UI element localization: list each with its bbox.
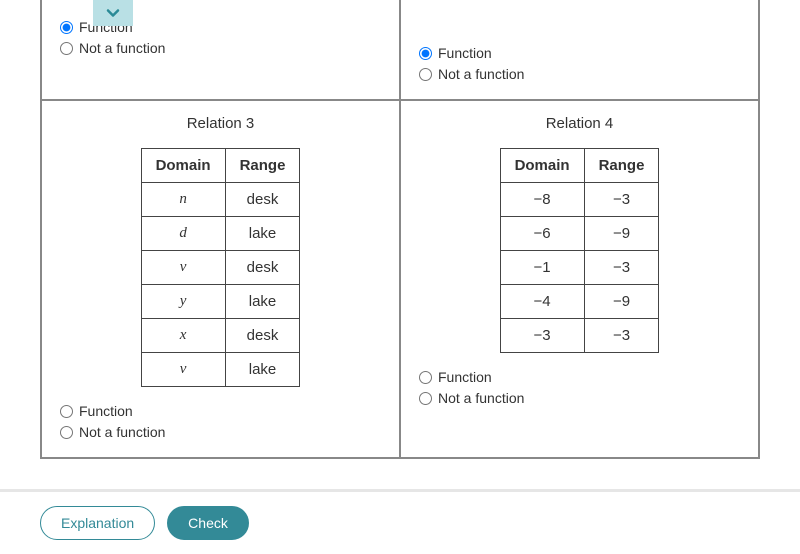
- relation-2-cell: Function Not a function: [400, 0, 759, 100]
- relation-3-cell: Relation 3 Domain Range ndesk dlake vdes…: [41, 100, 400, 458]
- table-row: −1−3: [500, 251, 659, 285]
- expand-dropdown[interactable]: [93, 0, 133, 26]
- relation4-title: Relation 4: [419, 115, 740, 132]
- relation3-table: Domain Range ndesk dlake vdesk ylake xde…: [141, 148, 301, 387]
- relation2-function-radio[interactable]: [419, 47, 432, 60]
- relation4-function-option[interactable]: Function: [419, 367, 740, 388]
- relation4-table: Domain Range −8−3 −6−9 −1−3 −4−9 −3−3: [500, 148, 660, 353]
- check-button[interactable]: Check: [167, 506, 249, 540]
- domain-header: Domain: [500, 149, 584, 183]
- range-header: Range: [584, 149, 659, 183]
- relation3-function-radio[interactable]: [60, 405, 73, 418]
- relation1-notfunction-radio[interactable]: [60, 42, 73, 55]
- table-row: vlake: [141, 353, 300, 387]
- domain-header: Domain: [141, 149, 225, 183]
- relation3-title: Relation 3: [60, 115, 381, 132]
- explanation-button[interactable]: Explanation: [40, 506, 155, 540]
- relation4-function-radio[interactable]: [419, 371, 432, 384]
- table-row: −8−3: [500, 183, 659, 217]
- relation-4-cell: Relation 4 Domain Range −8−3 −6−9 −1−3 −…: [400, 100, 759, 458]
- table-row: −4−9: [500, 285, 659, 319]
- table-row: −3−3: [500, 319, 659, 353]
- relation1-function-radio[interactable]: [60, 21, 73, 34]
- range-header: Range: [225, 149, 300, 183]
- option-label: Function: [438, 43, 492, 64]
- relation2-notfunction-option[interactable]: Not a function: [419, 64, 740, 85]
- relation3-function-option[interactable]: Function: [60, 401, 381, 422]
- relations-grid: Function Not a function Function Not a f…: [40, 0, 760, 459]
- table-row: −6−9: [500, 217, 659, 251]
- relation2-notfunction-radio[interactable]: [419, 68, 432, 81]
- option-label: Function: [438, 367, 492, 388]
- relation3-notfunction-option[interactable]: Not a function: [60, 422, 381, 443]
- relation2-function-option[interactable]: Function: [419, 43, 740, 64]
- chevron-down-icon: [103, 3, 123, 23]
- option-label: Function: [79, 401, 133, 422]
- relation4-notfunction-option[interactable]: Not a function: [419, 388, 740, 409]
- table-row: vdesk: [141, 251, 300, 285]
- option-label: Not a function: [438, 388, 524, 409]
- table-row: ylake: [141, 285, 300, 319]
- table-row: ndesk: [141, 183, 300, 217]
- relation4-notfunction-radio[interactable]: [419, 392, 432, 405]
- option-label: Not a function: [79, 38, 165, 59]
- table-row: xdesk: [141, 319, 300, 353]
- relation1-notfunction-option[interactable]: Not a function: [60, 38, 381, 59]
- footer-bar: Explanation Check: [0, 489, 800, 554]
- option-label: Not a function: [438, 64, 524, 85]
- table-row: dlake: [141, 217, 300, 251]
- option-label: Not a function: [79, 422, 165, 443]
- relation3-notfunction-radio[interactable]: [60, 426, 73, 439]
